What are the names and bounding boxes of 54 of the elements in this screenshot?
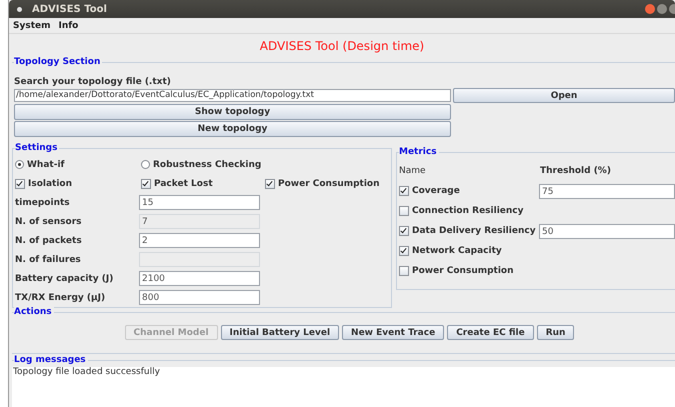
checkbox[interactable]: [265, 178, 275, 188]
radio-label: Robustness Checking: [153, 160, 262, 170]
topology-button[interactable]: New topology: [14, 121, 451, 137]
field-label: N. of packets: [15, 236, 83, 246]
input-field[interactable]: 2: [139, 233, 260, 248]
action-button[interactable]: Run: [536, 325, 574, 340]
checkbox-label: Packet Lost: [154, 178, 213, 188]
checkbox[interactable]: [399, 186, 409, 196]
field-label: N. of failures: [15, 254, 82, 264]
checkbox-label: Isolation: [28, 178, 72, 188]
minimize-icon[interactable]: [657, 4, 667, 14]
field-label: Battery capacity (J): [15, 274, 114, 284]
column-header: Name: [399, 166, 427, 176]
threshold-field[interactable]: 50: [539, 224, 675, 238]
path-field[interactable]: /home/alexander/Dottorato/EventCalculus/EC_Application/topology.txt: [14, 89, 451, 102]
input-field[interactable]: 800: [139, 290, 260, 305]
window-menu-icon[interactable]: [17, 6, 22, 12]
checkbox[interactable]: [399, 226, 409, 236]
column-header: Threshold (%): [540, 166, 611, 176]
checkbox-label: Power Consumption: [278, 178, 380, 188]
section-title: Topology Section: [14, 56, 102, 68]
window-title: ADVISES Tool: [32, 4, 108, 14]
checkbox[interactable]: [399, 266, 409, 276]
action-button[interactable]: New Event Trace: [342, 325, 444, 340]
radio-button[interactable]: [15, 160, 24, 169]
checkbox[interactable]: [399, 246, 409, 256]
radio-label: What-if: [27, 160, 64, 170]
action-button[interactable]: Initial Battery Level: [220, 325, 340, 340]
checkbox-label: Coverage: [412, 186, 460, 196]
checkbox-label: Data Delivery Resiliency: [412, 226, 536, 236]
section-title: Settings: [15, 142, 60, 154]
checkbox[interactable]: [399, 206, 409, 216]
input-field[interactable]: 2100: [139, 271, 260, 286]
section-title: Log messages: [14, 354, 88, 366]
close-icon[interactable]: [645, 4, 655, 14]
topology-button[interactable]: Show topology: [14, 104, 451, 120]
log-message: Topology file loaded successfully: [12, 367, 161, 377]
open-button[interactable]: Open: [453, 88, 675, 103]
input-field[interactable]: 15: [139, 195, 260, 210]
field-label: TX/RX Energy (µJ): [15, 292, 106, 302]
checkbox[interactable]: [15, 178, 25, 188]
field-label: N. of sensors: [15, 216, 83, 226]
checkbox[interactable]: [141, 178, 151, 188]
radio-button[interactable]: [141, 160, 150, 169]
app-heading: ADVISES Tool (Design time): [258, 38, 426, 55]
checkbox-label: Network Capacity: [412, 246, 502, 256]
threshold-field[interactable]: 75: [539, 184, 675, 198]
checkbox-label: Connection Resiliency: [412, 206, 524, 216]
field-label: Search your topology file (.txt): [14, 76, 172, 89]
field-label: timepoints: [15, 198, 71, 208]
action-button[interactable]: Create EC file: [447, 325, 534, 340]
menu-item[interactable]: Info: [58, 20, 78, 30]
menu-item[interactable]: System: [13, 20, 50, 30]
checkbox-label: Power Consumption: [412, 266, 514, 276]
